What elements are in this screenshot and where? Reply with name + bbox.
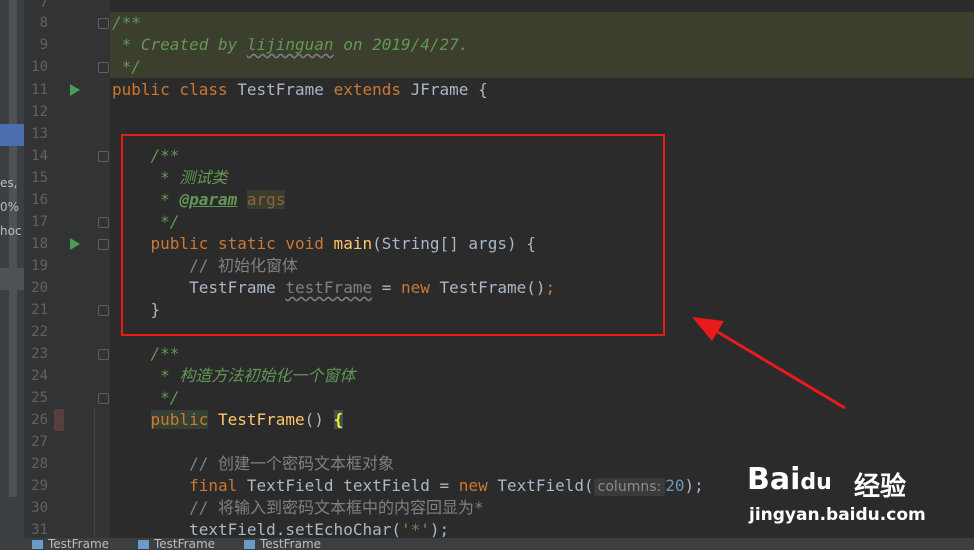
- fold-icon[interactable]: [98, 217, 109, 228]
- panel-text: 0%: [0, 200, 20, 214]
- code-text: textField.setEchoChar(: [112, 520, 401, 539]
- panel-scrollbar[interactable]: [9, 0, 17, 497]
- line-number: 29: [31, 478, 48, 494]
- constructor-name: TestFrame: [208, 410, 305, 429]
- keyword: public: [150, 410, 209, 429]
- code-line-28[interactable]: // 创建一个密码文本框对象: [112, 453, 394, 475]
- line-number: 14: [31, 148, 48, 164]
- doc-comment: /**: [112, 13, 141, 32]
- doc-comment: * Created by: [112, 35, 247, 54]
- change-marker: [54, 409, 64, 431]
- doc-comment-author: lijinguan: [246, 35, 334, 54]
- logo-text: Bai: [747, 462, 801, 497]
- editor-tab[interactable]: TestFrame: [238, 538, 360, 550]
- watermark-url: jingyan.baidu.com: [749, 505, 926, 525]
- code-line-11[interactable]: public class TestFrame extends JFrame {: [112, 79, 488, 101]
- code-text: JFrame {: [401, 80, 488, 99]
- line-number: 30: [31, 500, 48, 516]
- fold-icon[interactable]: [98, 349, 109, 360]
- line-comment: // 将输入到密码文本框中的内容回显为*: [112, 498, 484, 517]
- doc-comment: * 构造方法初始化一个窗体: [112, 366, 356, 385]
- line-number: 20: [31, 280, 48, 296]
- run-icon[interactable]: [70, 84, 80, 96]
- line-number: 12: [31, 104, 48, 120]
- line-number: 17: [31, 214, 48, 230]
- fold-icon[interactable]: [98, 305, 109, 316]
- code-text: );: [429, 520, 450, 539]
- fold-icon[interactable]: [98, 18, 109, 29]
- doc-comment: on 2019/4/27.: [333, 35, 469, 54]
- editor-tab[interactable]: TestFrame: [26, 538, 148, 550]
- line-number: 23: [31, 346, 48, 362]
- line-number: 25: [31, 390, 48, 406]
- baidu-logo: Baidu: [747, 462, 832, 497]
- annotation-arrow: [692, 317, 846, 410]
- code-text: );: [684, 476, 704, 495]
- line-number: 13: [31, 126, 48, 142]
- line-number: 24: [31, 368, 48, 384]
- keyword: final: [112, 476, 238, 495]
- fold-icon[interactable]: [98, 393, 109, 404]
- doc-comment: */: [112, 388, 180, 407]
- line-comment: // 创建一个密码文本框对象: [112, 454, 394, 473]
- line-number: 27: [31, 434, 48, 450]
- tab-label: TestFrame: [48, 538, 110, 550]
- line-number: 18: [31, 236, 48, 252]
- tree-item[interactable]: [0, 268, 24, 290]
- code-line-26[interactable]: public TestFrame() {: [112, 409, 344, 431]
- matched-brace: {: [333, 410, 344, 429]
- tab-label: TestFrame: [154, 538, 216, 550]
- doc-comment: */: [112, 57, 141, 76]
- line-number: 28: [31, 456, 48, 472]
- line-number: 21: [31, 302, 48, 318]
- class-file-icon: [32, 540, 43, 549]
- code-line-23[interactable]: /**: [112, 343, 180, 365]
- fold-icon[interactable]: [98, 151, 109, 162]
- line-number: 26: [31, 412, 48, 428]
- keyword: new: [458, 476, 488, 495]
- editor-tab[interactable]: TestFrame: [132, 538, 254, 550]
- code-line-9[interactable]: * Created by lijinguan on 2019/4/27.: [112, 34, 469, 56]
- project-panel[interactable]: es, 0% hoc: [0, 0, 24, 550]
- keyword: extends: [333, 80, 401, 99]
- selected-tree-item[interactable]: [0, 124, 24, 146]
- code-line-8[interactable]: /**: [112, 12, 141, 34]
- code-line-25[interactable]: */: [112, 387, 179, 409]
- code-line-24[interactable]: * 构造方法初始化一个窗体: [112, 365, 355, 387]
- code-text: (): [304, 410, 334, 429]
- code-text: TextField textField =: [237, 476, 459, 495]
- class-name: TestFrame: [227, 80, 334, 99]
- line-number: 8: [39, 15, 48, 31]
- line-number: 19: [31, 258, 48, 274]
- indent-guide: [94, 408, 95, 538]
- line-number: 22: [31, 324, 48, 340]
- line-number: 11: [31, 82, 48, 98]
- keyword: public class: [112, 80, 228, 99]
- parameter-hint: columns:: [593, 478, 666, 496]
- logo-paw: du: [800, 470, 832, 495]
- tab-label: TestFrame: [260, 538, 322, 550]
- code-line-29[interactable]: final TextField textField = new TextFiel…: [112, 475, 704, 497]
- line-number: 9: [39, 37, 48, 53]
- line-number: 15: [31, 170, 48, 186]
- class-file-icon: [138, 540, 149, 549]
- run-icon[interactable]: [70, 238, 80, 250]
- number-literal: 20: [665, 476, 685, 495]
- line-number: 10: [31, 59, 48, 75]
- code-line-10[interactable]: */: [112, 56, 141, 78]
- panel-text: es,: [0, 176, 18, 190]
- code-text: TextField(: [487, 476, 594, 495]
- watermark-jingyan: 经验: [854, 472, 907, 502]
- code-line-30[interactable]: // 将输入到密码文本框中的内容回显为*: [112, 497, 484, 519]
- annotation-highlight-box: [121, 134, 665, 336]
- fold-icon[interactable]: [98, 62, 109, 73]
- char-literal: '*': [400, 520, 430, 539]
- fold-icon[interactable]: [98, 239, 109, 250]
- class-file-icon: [244, 540, 255, 549]
- doc-comment: /**: [112, 344, 180, 363]
- line-number: 16: [31, 192, 48, 208]
- panel-text: hoc: [0, 224, 22, 238]
